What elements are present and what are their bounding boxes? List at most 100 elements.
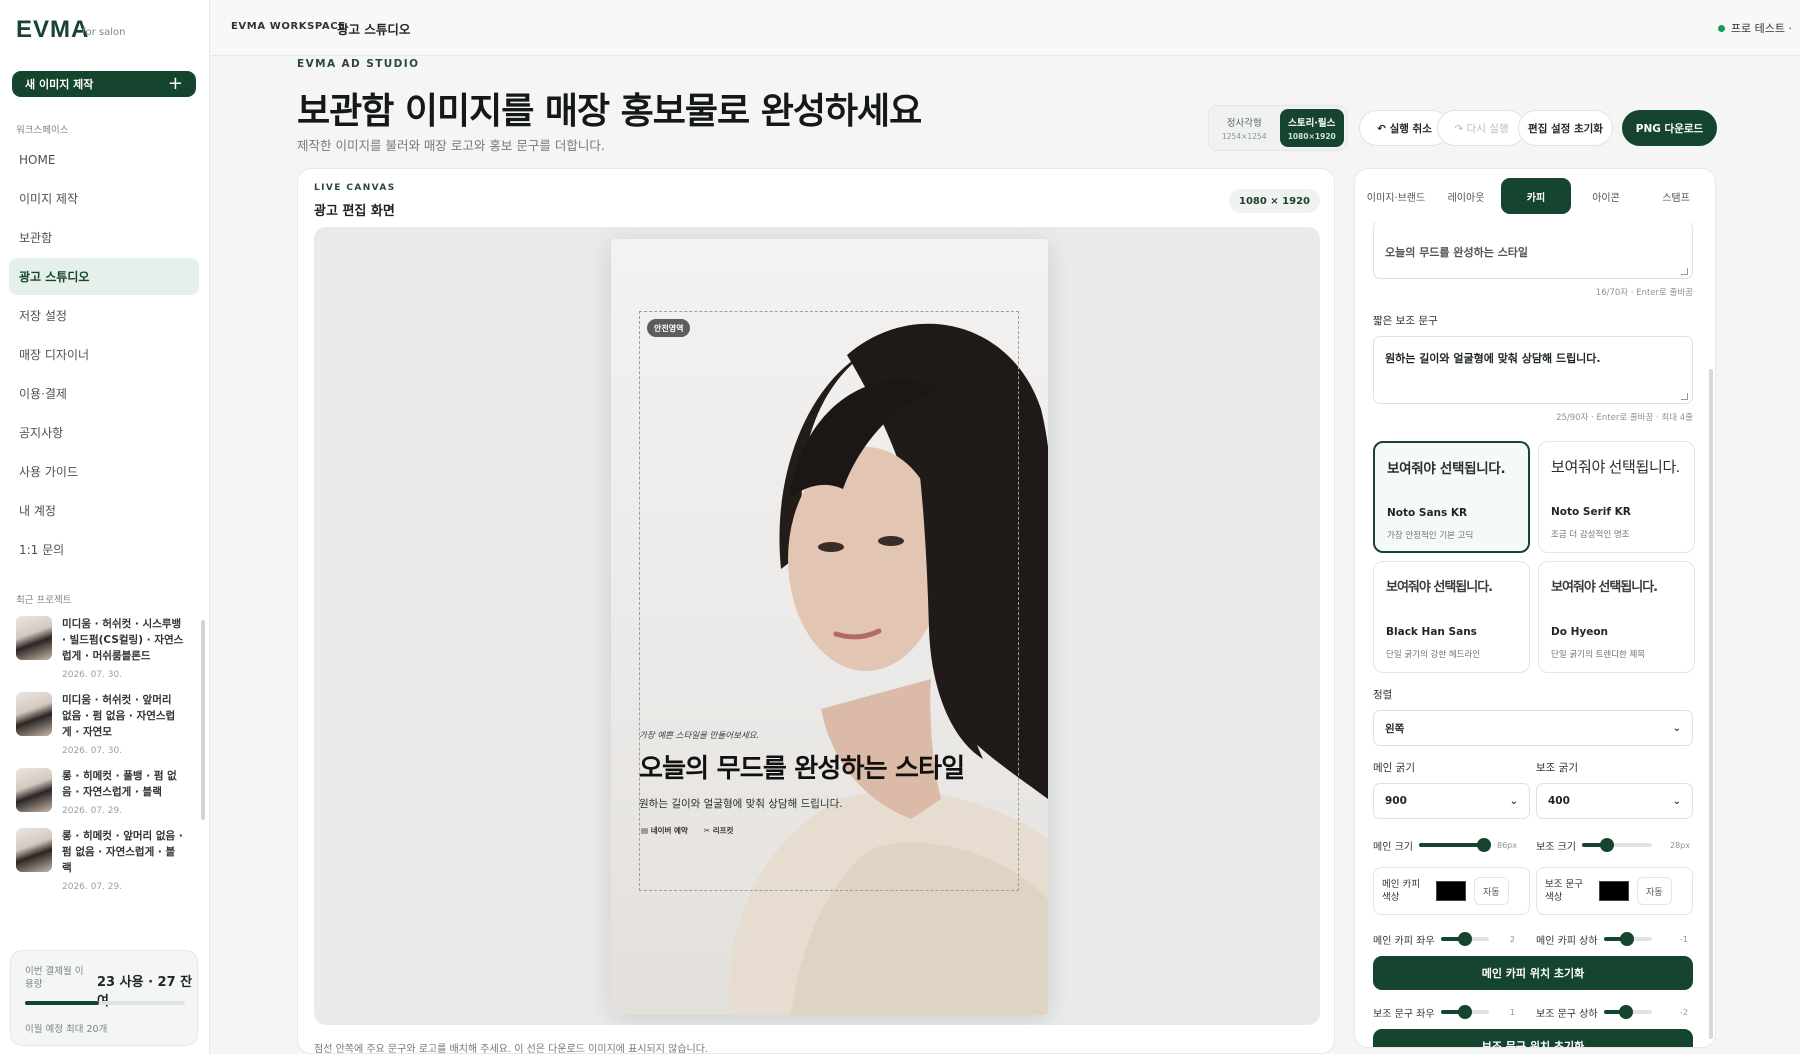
main-x-slider[interactable]	[1441, 932, 1489, 946]
usage-progress-fill	[25, 1001, 99, 1005]
scissors-icon-label: ✂ 리프컷	[703, 826, 734, 835]
slider-knob[interactable]	[1476, 838, 1491, 852]
canvas-eyebrow: LIVE CANVAS	[314, 183, 396, 193]
poster-sub-copy[interactable]: 원하는 길이와 얼굴형에 맞춰 상담해 드립니다.	[639, 796, 843, 811]
main-y-slider[interactable]	[1604, 932, 1652, 946]
font-name: Do Hyeon	[1551, 626, 1609, 638]
align-select[interactable]: 왼쪽 ⌄	[1373, 710, 1693, 746]
project-title: 롱 · 히메컷 · 풀뱅 · 펌 없음 · 자연스럽게 · 블랙	[62, 770, 177, 798]
canvas-footer-note: 점선 안쪽에 주요 문구와 로고를 배치해 주세요. 이 선은 다운로드 이미지…	[314, 1044, 709, 1054]
sub-y-control: 보조 문구 상하 -2	[1536, 1004, 1693, 1020]
main-copy-textarea[interactable]: 오늘의 무드를 완성하는 스타일	[1373, 221, 1693, 279]
color-row: 메인 카피 색상 자동 보조 문구 색상 자동	[1373, 867, 1693, 915]
project-title: 미디움 · 허쉬컷 · 시스루뱅 · 빌드펌(CS컬링) · 자연스럽게 · 머…	[62, 618, 184, 662]
sub-weight-select[interactable]: 400 ⌄	[1536, 783, 1693, 819]
main-position-row: 메인 카피 좌우 2 메인 카피 상하 -1	[1373, 931, 1693, 947]
tab-icons[interactable]: 아이콘	[1571, 178, 1641, 214]
sidebar-item-notices[interactable]: 공지사항	[9, 414, 199, 451]
recent-project-item[interactable]: 롱 · 히메컷 · 풀뱅 · 펌 없음 · 자연스럽게 · 블랙 2026. 0…	[16, 768, 204, 816]
font-picker: 보여줘야 선택됩니다. Noto Sans KR 가장 안정적인 기본 고딕 보…	[1373, 441, 1695, 673]
font-card-noto-serif[interactable]: 보여줘야 선택됩니다. Noto Serif KR 조금 더 감성적인 명조	[1538, 441, 1695, 553]
recent-scrollbar[interactable]	[201, 620, 205, 820]
tab-stamps[interactable]: 스탬프	[1641, 178, 1711, 214]
weight-row: 메인 굵기 900 ⌄ 보조 굵기 400 ⌄	[1373, 760, 1693, 819]
sidebar-item-billing[interactable]: 이용·결제	[9, 375, 199, 412]
format-square-button[interactable]: 정사각형 1254×1254	[1212, 109, 1277, 147]
sidebar-item-support[interactable]: 1:1 문의	[9, 531, 199, 568]
slider-knob[interactable]	[1599, 838, 1614, 852]
sub-y-value: -2	[1680, 1007, 1688, 1017]
sidebar-item-store-designer[interactable]: 매장 디자이너	[9, 336, 199, 373]
sidebar-item-guide[interactable]: 사용 가이드	[9, 453, 199, 490]
format-story-button[interactable]: 스토리·릴스 1080×1920	[1279, 109, 1344, 147]
workspace-label: EVMA WORKSPACE	[231, 21, 346, 32]
slider-knob[interactable]	[1618, 1005, 1633, 1019]
sidebar-nav: HOME 이미지 제작 보관함 광고 스튜디오 저장 설정 매장 디자이너 이용…	[9, 141, 199, 570]
sub-x-value: 1	[1509, 1007, 1515, 1017]
sub-size-slider[interactable]	[1582, 838, 1652, 852]
slider-knob[interactable]	[1620, 932, 1635, 946]
redo-button[interactable]: ↷ 다시 실행	[1437, 110, 1526, 146]
sub-x-slider[interactable]	[1441, 1005, 1489, 1019]
new-image-button[interactable]: 새 이미지 제작 +	[12, 71, 196, 97]
copy-settings: 오늘의 무드를 완성하는 스타일 16/70자 · Enter로 줄바꿈 짧은 …	[1373, 177, 1695, 1047]
font-desc: 단일 굵기의 강한 헤드라인	[1386, 650, 1481, 660]
resize-grip-icon[interactable]	[1681, 393, 1688, 400]
edit-panel: 이미지·브랜드 레이아웃 카피 아이콘 스탬프 오늘의 무드를 완성하는 스타일…	[1354, 168, 1716, 1048]
sub-position-reset-button[interactable]: 보조 문구 위치 초기화	[1373, 1029, 1693, 1047]
live-canvas-card: LIVE CANVAS 광고 편집 화면 1080 × 1920 안전영역 가장…	[297, 168, 1335, 1054]
poster-small-copy[interactable]: 가장 예쁜 스타일을 만들어보세요.	[639, 729, 759, 741]
sidebar-item-account[interactable]: 내 계정	[9, 492, 199, 529]
resize-grip-icon[interactable]	[1681, 268, 1688, 275]
usage-label: 이번 결제월 이용량	[25, 966, 84, 990]
sidebar: EVMA for salon 새 이미지 제작 + 워크스페이스 HOME 이미…	[0, 0, 210, 1054]
brand-logo[interactable]: EVMA	[16, 16, 89, 44]
sidebar-item-library[interactable]: 보관함	[9, 219, 199, 256]
tab-image-brand[interactable]: 이미지·브랜드	[1361, 178, 1431, 214]
tab-layout[interactable]: 레이아웃	[1431, 178, 1501, 214]
sidebar-item-save-settings[interactable]: 저장 설정	[9, 297, 199, 334]
font-sample: 보여줘야 선택됩니다.	[1387, 461, 1506, 477]
main-weight-value: 900	[1385, 795, 1407, 807]
usage-progress	[25, 1001, 185, 1005]
recent-project-item[interactable]: 롱 · 히메컷 · 앞머리 없음 · 펌 없음 · 자연스럽게 · 블랙 202…	[16, 828, 204, 892]
slider-knob[interactable]	[1458, 1005, 1472, 1019]
slider-knob[interactable]	[1458, 932, 1472, 946]
project-title: 롱 · 히메컷 · 앞머리 없음 · 펌 없음 · 자연스럽게 · 블랙	[62, 830, 183, 874]
sub-color-label: 보조 문구 색상	[1545, 879, 1583, 903]
sub-color-auto-button[interactable]: 자동	[1637, 877, 1672, 905]
recent-project-item[interactable]: 미디움 · 허쉬컷 · 앞머리 없음 · 펌 없음 · 자연스럽게 · 자연모 …	[16, 692, 204, 756]
recent-project-item[interactable]: 미디움 · 허쉬컷 · 시스루뱅 · 빌드펌(CS컬링) · 자연스럽게 · 머…	[16, 616, 204, 680]
main-size-slider[interactable]	[1419, 838, 1491, 852]
main-weight-select[interactable]: 900 ⌄	[1373, 783, 1530, 819]
sub-copy-color-control: 보조 문구 색상 자동	[1536, 867, 1693, 915]
poster-main-copy[interactable]: 오늘의 무드를 완성하는 스타일	[639, 748, 965, 785]
font-sample: 보여줘야 선택됩니다.	[1386, 580, 1493, 595]
usage-card: 이번 결제월 이용량 23 사용 · 27 잔여 이월 예정 최대 20개	[10, 950, 198, 1046]
sidebar-item-image-create[interactable]: 이미지 제작	[9, 180, 199, 217]
png-download-button[interactable]: PNG 다운로드	[1622, 110, 1717, 146]
poster-meta[interactable]: ▤ 네이버 예약 ✂ 리프컷	[641, 825, 733, 836]
chevron-down-icon: ⌄	[1672, 722, 1681, 734]
main-color-swatch[interactable]	[1436, 881, 1466, 901]
sub-color-swatch[interactable]	[1599, 881, 1629, 901]
main-copy-hint: 16/70자 · Enter로 줄바꿈	[1595, 288, 1693, 298]
tab-copy[interactable]: 카피	[1501, 178, 1571, 214]
font-card-black-han-sans[interactable]: 보여줘야 선택됩니다. Black Han Sans 단일 굵기의 강한 헤드라…	[1373, 561, 1530, 673]
main-size-control: 메인 크기 86px	[1373, 837, 1530, 853]
main-position-reset-button[interactable]: 메인 카피 위치 초기화	[1373, 956, 1693, 990]
sidebar-item-ad-studio[interactable]: 광고 스튜디오	[9, 258, 199, 295]
reset-settings-button[interactable]: 편집 설정 초기화	[1518, 110, 1613, 146]
font-card-do-hyeon[interactable]: 보여줘야 선택됩니다. Do Hyeon 단일 굵기의 트렌디한 제목	[1538, 561, 1695, 673]
panel-scrollbar[interactable]	[1709, 369, 1713, 1039]
sub-y-slider[interactable]	[1604, 1005, 1652, 1019]
sub-copy-textarea[interactable]: 원하는 길이와 얼굴형에 맞춰 상담해 드립니다.	[1373, 336, 1693, 404]
font-card-noto-sans[interactable]: 보여줘야 선택됩니다. Noto Sans KR 가장 안정적인 기본 고딕	[1373, 441, 1530, 553]
project-date: 2026. 07. 29.	[62, 806, 123, 816]
main-color-auto-button[interactable]: 자동	[1474, 877, 1509, 905]
user-menu[interactable]: 프로 테스트 ·	[1717, 20, 1792, 36]
ad-poster[interactable]: 안전영역 가장 예쁜 스타일을 만들어보세요. 오늘의 무드를 완성하는 스타일…	[611, 239, 1048, 1015]
sidebar-item-home[interactable]: HOME	[9, 141, 199, 178]
main-x-label: 메인 카피 좌우	[1373, 935, 1435, 947]
main-weight-label: 메인 굵기	[1373, 762, 1415, 774]
